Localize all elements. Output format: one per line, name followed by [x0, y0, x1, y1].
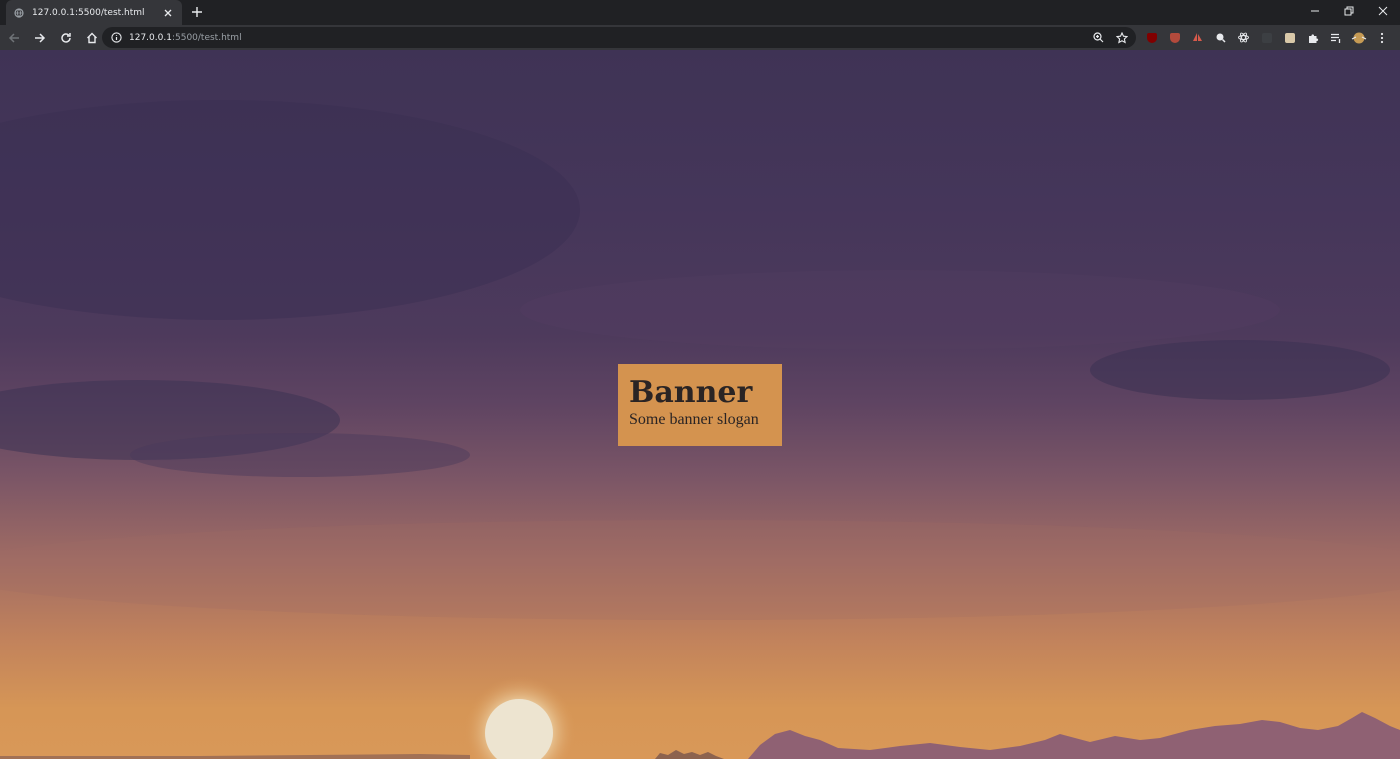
sailboat-icon[interactable]	[1186, 25, 1209, 50]
home-icon[interactable]	[80, 26, 104, 50]
banner-title: Banner	[629, 375, 753, 410]
back-icon[interactable]	[2, 26, 26, 50]
extensions-area	[1140, 25, 1393, 50]
close-window-icon[interactable]	[1366, 0, 1400, 22]
site-info-icon[interactable]	[110, 32, 122, 44]
url-text: 127.0.0.1:5500/test.html	[129, 33, 242, 43]
reload-icon[interactable]	[54, 26, 78, 50]
puzzle-icon[interactable]	[1301, 25, 1324, 50]
window-controls	[1298, 0, 1400, 22]
magnifier-extension-icon[interactable]	[1209, 25, 1232, 50]
react-devtools-icon[interactable]	[1232, 25, 1255, 50]
close-tab-icon[interactable]	[162, 7, 174, 19]
restore-icon[interactable]	[1332, 0, 1366, 22]
bookmark-star-icon[interactable]	[1113, 29, 1130, 46]
menu-kebab-icon[interactable]	[1370, 25, 1393, 50]
url-path: :5500/test.html	[171, 32, 242, 43]
zoom-icon[interactable]	[1090, 29, 1107, 46]
browser-toolbar: 127.0.0.1:5500/test.html	[0, 25, 1400, 50]
avatar-icon[interactable]	[1347, 25, 1370, 50]
address-bar[interactable]: 127.0.0.1:5500/test.html	[102, 27, 1136, 48]
qr-code-icon[interactable]	[1278, 25, 1301, 50]
globe-icon	[14, 7, 24, 18]
minimize-icon[interactable]	[1298, 0, 1332, 22]
new-tab-icon[interactable]	[189, 4, 205, 20]
url-host: 127.0.0.1	[129, 32, 172, 43]
ublock-icon[interactable]	[1140, 25, 1163, 50]
tab-title: 127.0.0.1:5500/test.html	[32, 7, 145, 18]
hidden-extension-icon[interactable]	[1255, 25, 1278, 50]
banner-box: Banner Some banner slogan	[618, 364, 782, 446]
address-bar-actions	[1090, 29, 1130, 46]
tab-strip: 127.0.0.1:5500/test.html	[0, 0, 1400, 25]
shield-icon[interactable]	[1163, 25, 1186, 50]
banner-slogan: Some banner slogan	[629, 411, 759, 428]
browser-tab[interactable]: 127.0.0.1:5500/test.html	[6, 0, 182, 25]
forward-icon[interactable]	[28, 26, 52, 50]
reading-list-icon[interactable]	[1324, 25, 1347, 50]
page-viewport: Banner Some banner slogan	[0, 50, 1400, 759]
